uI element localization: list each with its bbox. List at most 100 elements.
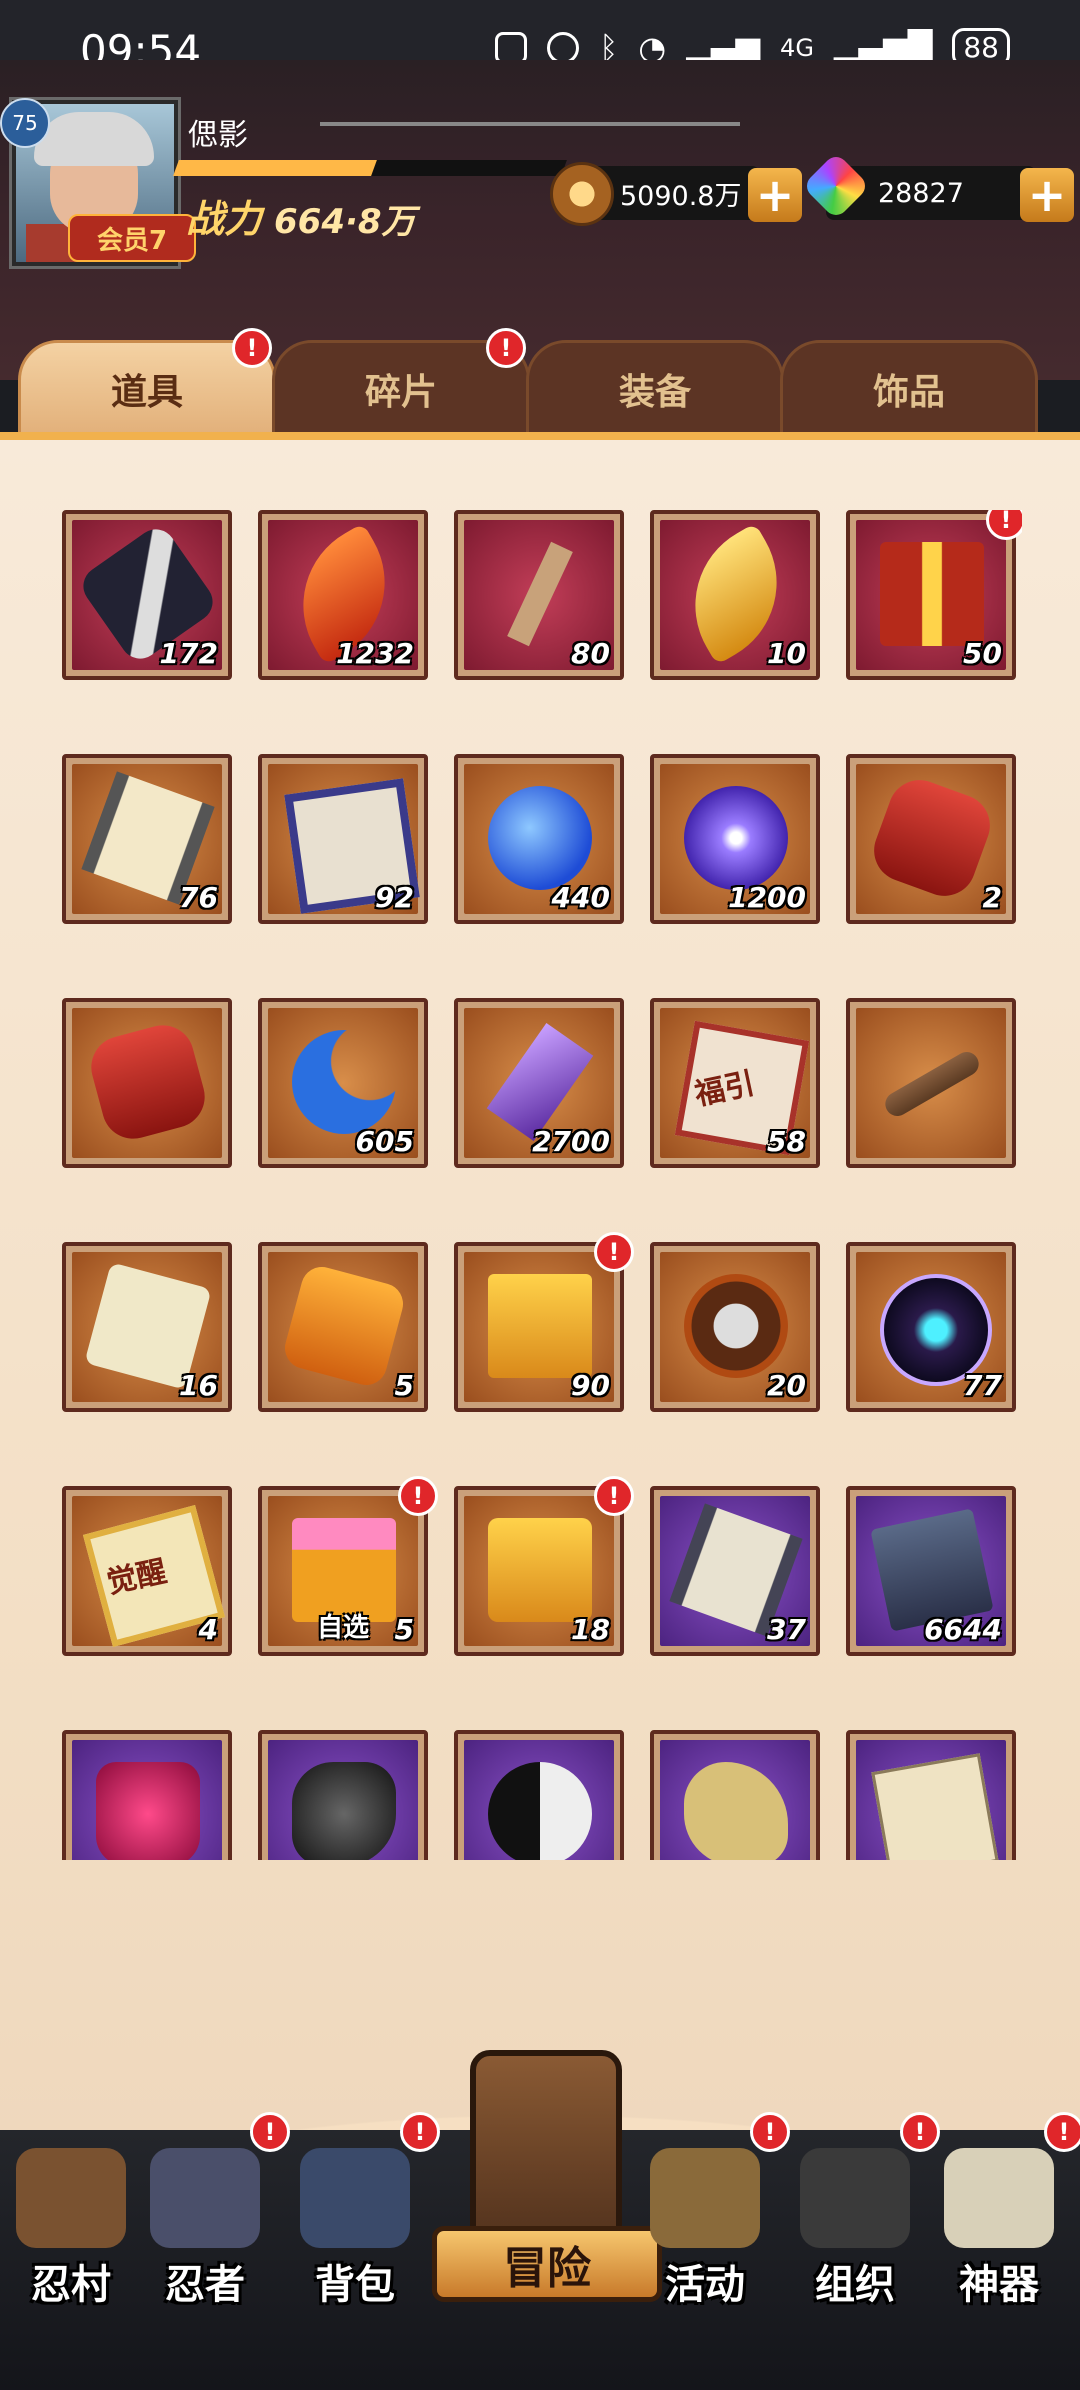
add-coins-button[interactable]: + bbox=[748, 168, 802, 222]
tab-3[interactable]: 饰品 bbox=[780, 340, 1038, 438]
nav-label: 忍村 bbox=[31, 2262, 111, 2308]
item-slot[interactable] bbox=[258, 1730, 428, 1860]
gift-box-icon bbox=[880, 542, 984, 646]
network-type: 4G bbox=[780, 33, 814, 62]
item-slot[interactable]: 福引 58 bbox=[650, 998, 820, 1168]
item-slot[interactable]: 605 bbox=[258, 998, 428, 1168]
yin-yang-icon bbox=[488, 1762, 592, 1860]
item-slot[interactable] bbox=[62, 998, 232, 1168]
item-count: 58 bbox=[767, 1125, 806, 1158]
nav-label: 组织 bbox=[815, 2262, 895, 2308]
gem-value: 28827 bbox=[878, 177, 964, 209]
notification-badge: ! bbox=[398, 1476, 438, 1516]
item-count: 80 bbox=[571, 637, 610, 670]
power-label: 战力 bbox=[186, 197, 263, 241]
item-slot[interactable]: 2 bbox=[846, 754, 1016, 924]
nav-item[interactable]: 忍村 bbox=[6, 2130, 136, 2310]
item-count: 90 bbox=[571, 1369, 610, 1402]
alarm-icon bbox=[547, 31, 580, 64]
item-slot[interactable]: 76 bbox=[62, 754, 232, 924]
nav-item[interactable]: 组织 bbox=[790, 2130, 920, 2310]
tab-2[interactable]: 装备 bbox=[526, 340, 784, 438]
purple-orb-icon bbox=[684, 786, 788, 890]
item-slot[interactable]: 90! bbox=[454, 1232, 634, 1412]
item-slot[interactable]: 16 bbox=[62, 1242, 232, 1412]
avatar-hair bbox=[34, 112, 154, 166]
tab-label: 碎片 bbox=[364, 372, 437, 413]
tab-label: 道具 bbox=[110, 372, 183, 413]
item-slot[interactable]: 20 bbox=[650, 1242, 820, 1412]
power-value: 664·8万 bbox=[274, 202, 416, 242]
nav-label: 活动 bbox=[665, 2262, 745, 2308]
item-slot[interactable] bbox=[454, 1730, 624, 1860]
tab-label: 饰品 bbox=[872, 372, 945, 413]
nav-item[interactable]: 活动 bbox=[640, 2130, 770, 2310]
nav-item[interactable]: 神器 bbox=[934, 2130, 1064, 2310]
divider bbox=[320, 122, 740, 126]
player-header: 75 会员7 偲影 战力 664·8万 5090.8万 + 28827 + bbox=[0, 60, 1080, 380]
notification-badge: ! bbox=[594, 1232, 634, 1272]
coin-icon bbox=[550, 162, 614, 226]
artifact-scroll-icon bbox=[944, 2148, 1054, 2248]
vip-badge[interactable]: 会员7 bbox=[68, 214, 196, 262]
item-slot[interactable]: 6644 bbox=[846, 1486, 1016, 1656]
tab-label: 装备 bbox=[618, 372, 691, 413]
drum-icon bbox=[650, 2148, 760, 2248]
exp-bar-empty bbox=[371, 160, 567, 176]
potion-jar-icon bbox=[96, 1762, 200, 1860]
item-slot[interactable]: 1232 bbox=[258, 510, 428, 680]
item-slot[interactable]: 92 bbox=[258, 754, 428, 924]
item-count: 5 bbox=[394, 1613, 414, 1646]
item-slot[interactable] bbox=[62, 1730, 232, 1860]
nav-item[interactable]: 忍者 bbox=[140, 2130, 270, 2310]
item-slot[interactable]: 2700 bbox=[454, 998, 624, 1168]
nav-label: 冒险 bbox=[432, 2226, 662, 2302]
nav-label: 背包 bbox=[315, 2262, 395, 2308]
item-count: 1232 bbox=[336, 637, 414, 670]
item-slot[interactable]: 自选 5! bbox=[258, 1476, 438, 1656]
nav-adventure[interactable]: 冒险 bbox=[432, 2050, 662, 2302]
item-slot[interactable]: 觉醒 4 bbox=[62, 1486, 232, 1656]
item-slot[interactable] bbox=[846, 998, 1016, 1168]
item-count: 605 bbox=[355, 1125, 414, 1158]
item-count: 77 bbox=[963, 1369, 1002, 1402]
item-slot[interactable]: 10 bbox=[650, 510, 820, 680]
item-grid: 172 1232 80 10 50! 76 92 440 1200 2 605 2700 福引 58 16 5… bbox=[62, 510, 1022, 1860]
item-count: 76 bbox=[179, 881, 218, 914]
notification-badge: ! bbox=[232, 328, 272, 368]
item-count: 5 bbox=[394, 1369, 414, 1402]
notification-badge: ! bbox=[400, 2112, 440, 2152]
gold-chest-icon bbox=[488, 1518, 592, 1622]
item-slot[interactable] bbox=[846, 1730, 1016, 1860]
item-slot[interactable] bbox=[650, 1730, 820, 1860]
item-slot[interactable]: 37 bbox=[650, 1486, 820, 1656]
item-count: 18 bbox=[571, 1613, 610, 1646]
item-slot[interactable]: 440 bbox=[454, 754, 624, 924]
add-gems-button[interactable]: + bbox=[1020, 168, 1074, 222]
coin-value: 5090.8万 bbox=[620, 180, 742, 212]
group-icon bbox=[800, 2148, 910, 2248]
item-slot[interactable]: 5 bbox=[258, 1242, 428, 1412]
notification-badge: ! bbox=[594, 1476, 634, 1516]
item-count: 50 bbox=[963, 637, 1002, 670]
item-count: 1200 bbox=[728, 881, 806, 914]
nav-label: 忍者 bbox=[165, 2262, 245, 2308]
item-count: 37 bbox=[767, 1613, 806, 1646]
black-ore-icon bbox=[292, 1762, 396, 1860]
item-slot[interactable]: 172 bbox=[62, 510, 232, 680]
item-count: 20 bbox=[767, 1369, 806, 1402]
village-gate-icon bbox=[16, 2148, 126, 2248]
item-slot[interactable]: 1200 bbox=[650, 754, 820, 924]
moon-icon bbox=[292, 1030, 396, 1134]
item-slot[interactable]: 18! bbox=[454, 1476, 634, 1656]
item-count: 92 bbox=[375, 881, 414, 914]
notification-badge: ! bbox=[250, 2112, 290, 2152]
blue-orb-icon bbox=[488, 786, 592, 890]
item-slot[interactable]: 80 bbox=[454, 510, 624, 680]
item-slot[interactable]: 50! bbox=[846, 510, 1022, 680]
notification-badge: ! bbox=[1044, 2112, 1080, 2152]
item-slot[interactable]: 77 bbox=[846, 1242, 1016, 1412]
ninja-head-icon bbox=[150, 2148, 260, 2248]
nfc-icon bbox=[495, 31, 528, 64]
nav-item[interactable]: 背包 bbox=[290, 2130, 420, 2310]
